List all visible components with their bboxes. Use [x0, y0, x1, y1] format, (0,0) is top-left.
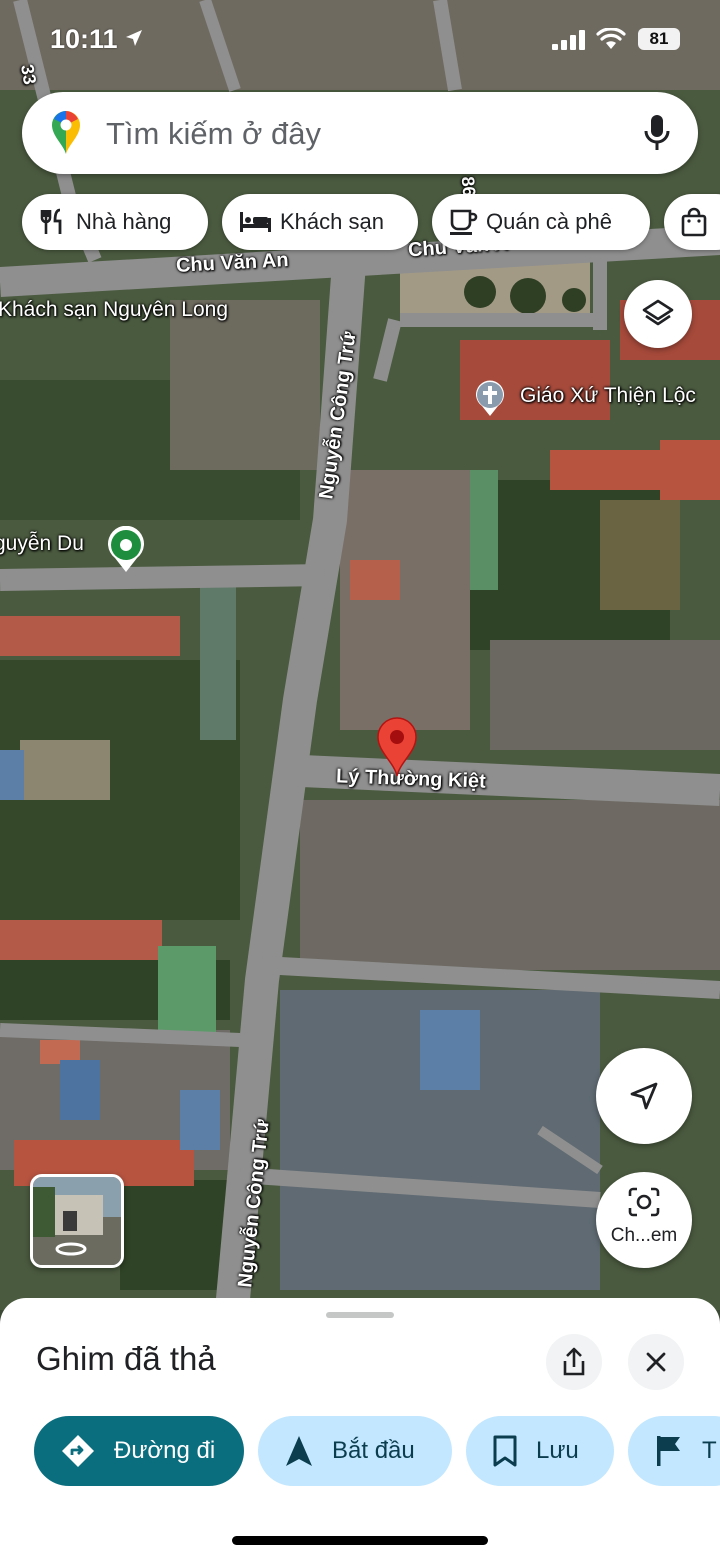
dropped-pin[interactable]	[374, 716, 420, 783]
action-buttons: Đường đi Bắt đầu Lưu T	[0, 1416, 720, 1486]
location-arrow-icon	[126, 30, 142, 46]
start-label: Bắt đầu	[332, 1437, 415, 1464]
wifi-icon	[596, 28, 626, 49]
chip-cafes[interactable]: Quán cà phê	[432, 194, 650, 250]
directions-label: Đường đi	[114, 1437, 216, 1464]
restaurant-icon	[40, 208, 62, 234]
place-label-school[interactable]: guyễn Du	[0, 532, 84, 556]
street-view-image	[33, 1177, 121, 1265]
lens-button[interactable]: Ch...em	[596, 1172, 692, 1268]
status-time: 10:11	[50, 24, 118, 54]
share-icon	[563, 1347, 585, 1376]
school-icon	[108, 525, 144, 572]
drag-handle[interactable]	[326, 1312, 394, 1318]
chip-label: Nhà hàng	[76, 209, 172, 234]
chip-shopping[interactable]	[664, 194, 720, 250]
save-label: Lưu	[536, 1437, 579, 1464]
chip-label: Khách sạn	[280, 209, 384, 234]
directions-button[interactable]: Đường đi	[34, 1416, 244, 1486]
place-marker-school[interactable]	[106, 525, 146, 579]
shopping-bag-icon	[681, 207, 707, 237]
microphone-icon[interactable]	[644, 114, 670, 152]
search-bar[interactable]: Tìm kiếm ở đây	[22, 92, 698, 174]
church-icon	[476, 380, 504, 416]
directions-icon	[62, 1435, 94, 1467]
street-view-thumbnail[interactable]	[30, 1174, 124, 1268]
cellular-signal-icon	[552, 30, 585, 50]
home-indicator[interactable]	[232, 1536, 488, 1545]
category-chips: Nhà hàng Khách sạn Quán cà phê	[0, 194, 720, 252]
share-button[interactable]	[546, 1334, 602, 1390]
navigation-arrow-icon	[630, 1082, 658, 1110]
layers-button[interactable]	[624, 280, 692, 348]
chip-hotels[interactable]: Khách sạn	[222, 194, 418, 250]
close-button[interactable]	[628, 1334, 684, 1390]
lens-label: Ch...em	[610, 1225, 678, 1246]
flag-label: T	[702, 1437, 717, 1464]
place-marker-church[interactable]	[472, 378, 508, 423]
status-bar: 10:11 81	[0, 0, 720, 80]
search-placeholder: Tìm kiếm ở đây	[106, 116, 321, 151]
chip-label: Quán cà phê	[486, 209, 612, 234]
hotel-icon	[240, 212, 271, 232]
bookmark-icon	[493, 1435, 517, 1467]
coffee-icon	[450, 209, 478, 235]
red-pin-icon	[377, 717, 417, 777]
sheet-title: Ghim đã thả	[36, 1340, 216, 1377]
bottom-sheet: Ghim đã thả Đường đi Bắt đầu Lưu T	[0, 1298, 720, 1559]
navigation-start-icon	[286, 1436, 312, 1466]
chip-restaurants[interactable]: Nhà hàng	[22, 194, 208, 250]
layers-icon	[642, 299, 674, 326]
save-button[interactable]: Lưu	[466, 1416, 614, 1486]
place-label-hotel[interactable]: Khách sạn Nguyên Long	[0, 298, 228, 322]
camera-lens-icon	[628, 1187, 660, 1217]
my-location-button[interactable]	[596, 1048, 692, 1144]
start-button[interactable]: Bắt đầu	[258, 1416, 452, 1486]
flag-button[interactable]: T	[628, 1416, 720, 1486]
google-maps-logo-icon	[52, 111, 80, 154]
battery-indicator: 81	[638, 28, 680, 50]
flag-icon	[657, 1436, 680, 1466]
place-label-church[interactable]: Giáo Xứ Thiện Lộc	[520, 384, 696, 408]
close-icon	[646, 1352, 666, 1372]
